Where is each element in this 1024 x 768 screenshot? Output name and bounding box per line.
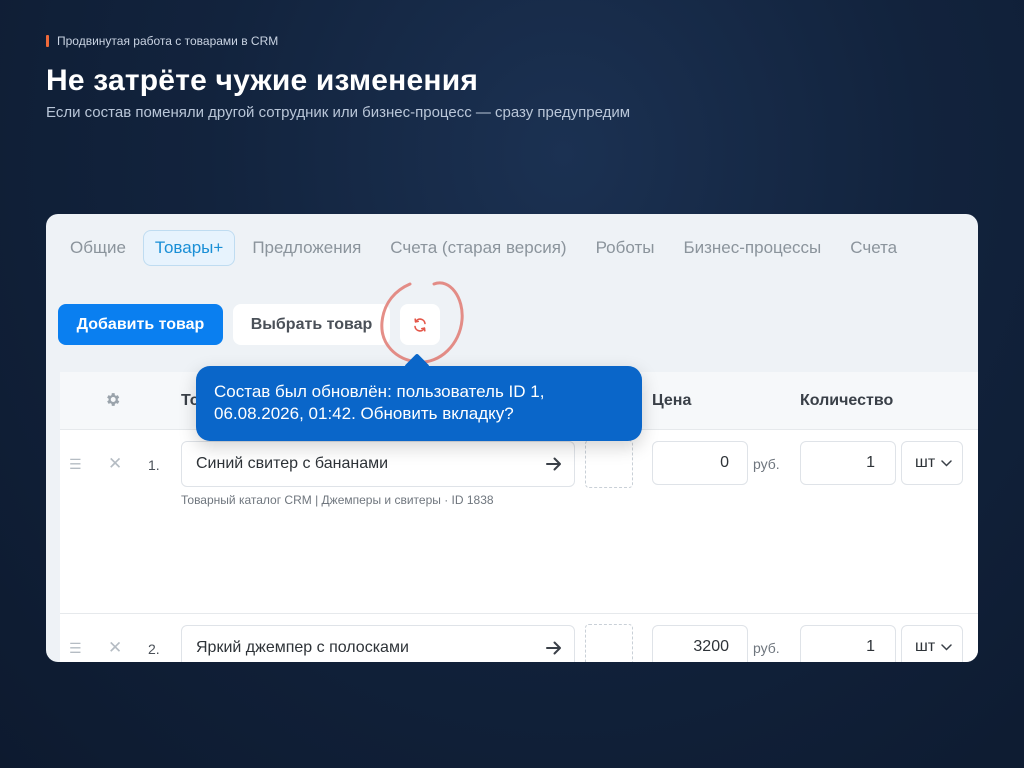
product-name: Яркий джемпер с полосками (196, 639, 409, 656)
product-name: Синий свитер с бананами (196, 455, 389, 472)
add-product-button[interactable]: Добавить товар (58, 304, 223, 345)
table-row: ☰ ✕ 2. Яркий джемпер с полосками 3200 ру… (60, 614, 978, 662)
currency-label: руб. (753, 456, 780, 472)
drag-handle-icon[interactable]: ☰ (69, 456, 82, 473)
tab-bar: Общие Товары+ Предложения Счета (старая … (46, 230, 978, 266)
tab-products-plus[interactable]: Товары+ (142, 230, 236, 266)
quantity-input[interactable]: 1 (800, 625, 896, 662)
drag-handle-icon[interactable]: ☰ (69, 640, 82, 657)
update-notification-tooltip[interactable]: Состав был обновлён: пользователь ID 1, … (196, 353, 642, 441)
product-image-slot[interactable] (585, 440, 633, 488)
tab-business-processes[interactable]: Бизнес-процессы (671, 230, 833, 266)
page-title: Не затрёте чужие изменения (46, 64, 479, 97)
row-number: 2. (148, 641, 160, 657)
column-quantity: Количество (800, 392, 894, 409)
tab-robots[interactable]: Роботы (584, 230, 667, 266)
gear-icon (107, 393, 120, 406)
unit-select[interactable]: шт (901, 441, 963, 485)
refresh-button[interactable] (400, 304, 440, 345)
unit-value: шт (915, 454, 936, 471)
tab-invoices-old[interactable]: Счета (старая версия) (378, 230, 578, 266)
product-meta: Товарный каталог CRM | Джемперы и свитер… (181, 493, 494, 507)
arrow-right-icon[interactable] (546, 641, 562, 655)
row-number: 1. (148, 457, 160, 473)
price-input[interactable]: 0 (652, 441, 748, 485)
unit-value: шт (915, 638, 936, 655)
table-row: ☰ ✕ 1. Синий свитер с бананами Товарный … (60, 430, 978, 614)
chevron-down-icon (941, 459, 952, 467)
eyebrow-bar (46, 35, 49, 47)
price-input[interactable]: 3200 (652, 625, 748, 662)
remove-row-icon[interactable]: ✕ (108, 454, 122, 474)
tooltip-text: Состав был обновлён: пользователь ID 1, … (214, 382, 545, 423)
column-price: Цена (652, 392, 692, 409)
quantity-input[interactable]: 1 (800, 441, 896, 485)
chevron-down-icon (941, 643, 952, 651)
select-product-button[interactable]: Выбрать товар (233, 304, 390, 345)
remove-row-icon[interactable]: ✕ (108, 638, 122, 658)
unit-select[interactable]: шт (901, 625, 963, 662)
tab-invoices[interactable]: Счета (838, 230, 909, 266)
product-field[interactable]: Яркий джемпер с полосками (181, 625, 575, 662)
refresh-icon (414, 317, 426, 332)
eyebrow-text: Продвинутая работа с товарами в CRM (57, 34, 279, 48)
product-image-slot[interactable] (585, 624, 633, 662)
tab-offers[interactable]: Предложения (240, 230, 373, 266)
product-field[interactable]: Синий свитер с бананами (181, 441, 575, 487)
currency-label: руб. (753, 640, 780, 656)
eyebrow: Продвинутая работа с товарами в CRM (46, 34, 278, 48)
tab-general[interactable]: Общие (58, 230, 138, 266)
page-subtitle: Если состав поменяли другой сотрудник ил… (46, 104, 631, 121)
table-settings[interactable] (104, 391, 121, 413)
arrow-right-icon[interactable] (546, 457, 562, 471)
